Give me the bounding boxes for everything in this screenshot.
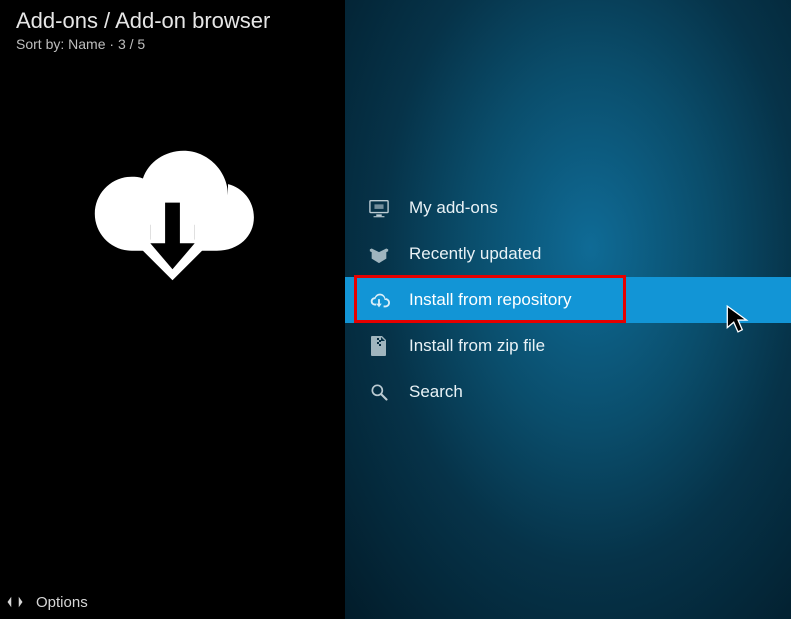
content-panel: My add-ons Recently updated Install from… <box>345 0 791 619</box>
screen-icon <box>367 196 391 220</box>
sort-separator: · <box>109 36 118 52</box>
menu-item-label: Install from zip file <box>409 336 545 356</box>
box-open-icon <box>367 242 391 266</box>
options-label: Options <box>36 594 88 611</box>
menu-item-install-from-zip[interactable]: Install from zip file <box>345 323 791 369</box>
sort-prefix: Sort by: <box>16 36 64 52</box>
menu-item-label: Recently updated <box>409 244 541 264</box>
sidebar-panel: Add-ons / Add-on browser Sort by: Name ·… <box>0 0 345 619</box>
menu-item-my-addons[interactable]: My add-ons <box>345 185 791 231</box>
search-icon <box>367 380 391 404</box>
sort-field: Name <box>68 36 105 52</box>
list-position: 3 / 5 <box>118 36 145 52</box>
menu-item-install-from-repository[interactable]: Install from repository <box>345 277 791 323</box>
menu-item-label: Search <box>409 382 463 402</box>
options-arrows-icon <box>6 593 24 611</box>
breadcrumb: Add-ons / Add-on browser <box>16 8 329 34</box>
menu-item-label: My add-ons <box>409 198 498 218</box>
menu-item-search[interactable]: Search <box>345 369 791 415</box>
cloud-download-icon <box>367 288 391 312</box>
menu-item-recently-updated[interactable]: Recently updated <box>345 231 791 277</box>
menu-item-label: Install from repository <box>409 290 572 310</box>
header: Add-ons / Add-on browser Sort by: Name ·… <box>0 0 345 56</box>
zip-file-icon <box>367 334 391 358</box>
addon-menu: My add-ons Recently updated Install from… <box>345 185 791 415</box>
options-button[interactable]: Options <box>0 585 345 619</box>
sort-line: Sort by: Name · 3 / 5 <box>16 36 329 52</box>
cloud-download-large-icon <box>80 135 265 285</box>
